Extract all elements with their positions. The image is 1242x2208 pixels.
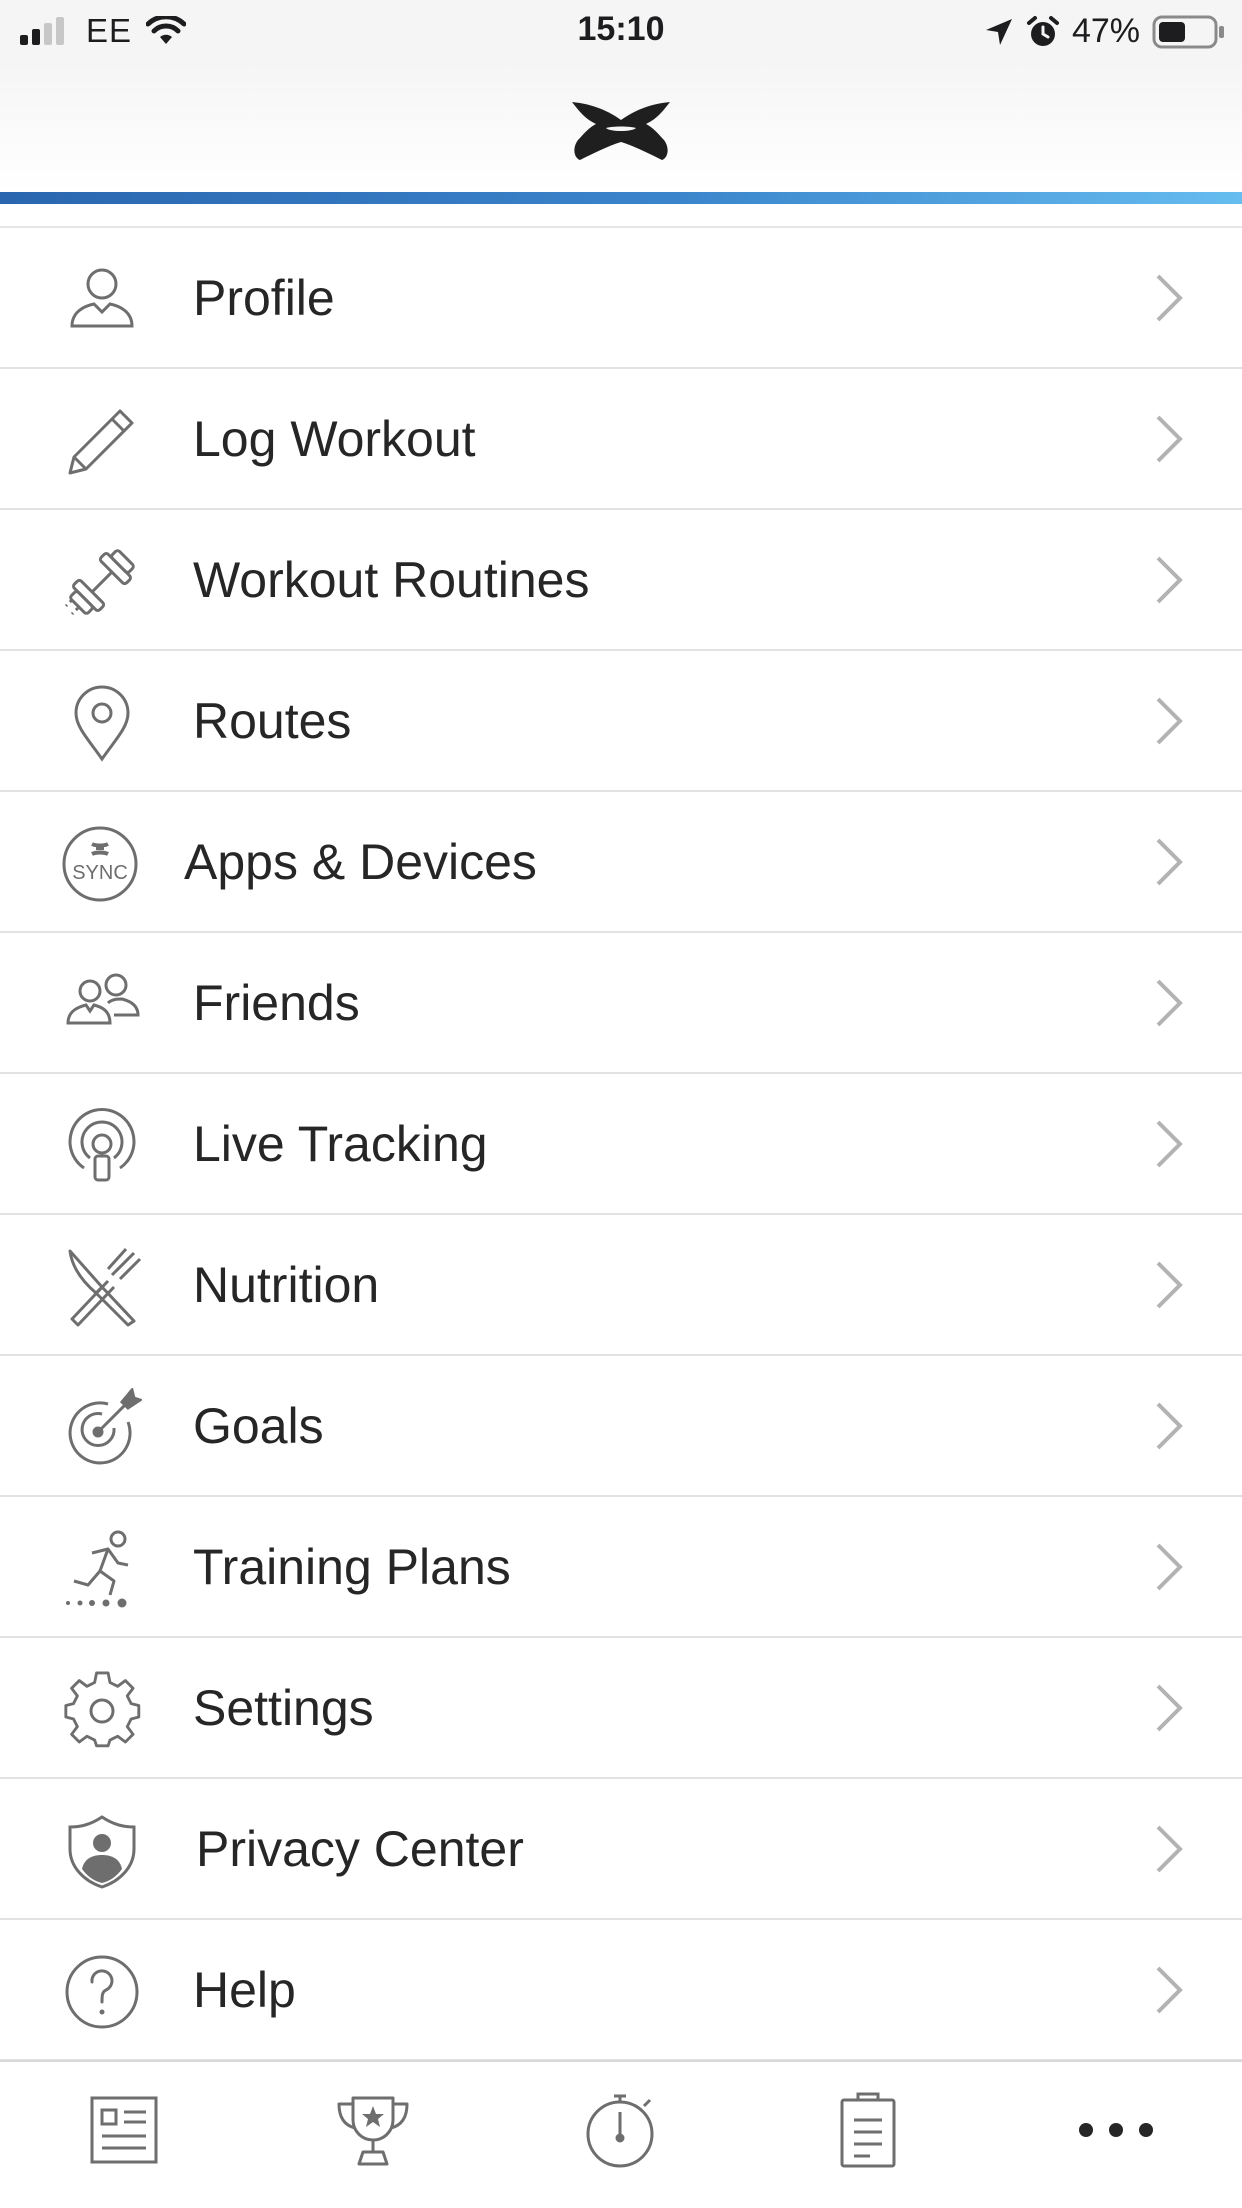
knife-fork-icon [62, 1247, 142, 1327]
menu-item-privacy-center[interactable]: Privacy Center [0, 1779, 1242, 1920]
menu-item-label: Nutrition [193, 1257, 380, 1313]
more-icon [1079, 2123, 1153, 2137]
tab-feed[interactable] [84, 2090, 164, 2170]
status-right: 47% [984, 12, 1226, 51]
menu-item-nutrition[interactable]: Nutrition [0, 1215, 1242, 1356]
gear-icon [62, 1670, 142, 1750]
chevron-right-icon [1156, 1261, 1183, 1309]
menu-item-help[interactable]: Help [0, 1920, 1242, 2061]
menu-item-label: Workout Routines [193, 552, 590, 608]
trophy-icon [337, 2096, 409, 2166]
svg-text:SYNC: SYNC [72, 862, 128, 884]
menu-item-friends[interactable]: Friends [0, 933, 1242, 1074]
chevron-right-icon [1156, 1684, 1183, 1732]
bottom-tab-bar [0, 2060, 1242, 2208]
app-header [0, 62, 1242, 192]
menu-item-label: Log Workout [193, 411, 476, 467]
question-icon [62, 1952, 142, 2032]
live-tracking-icon [62, 1106, 142, 1186]
feed-icon [90, 2096, 158, 2164]
under-armour-logo [572, 102, 670, 160]
clipboard-icon [840, 2092, 896, 2168]
menu-item-goals[interactable]: Goals [0, 1356, 1242, 1497]
battery-percent: 47% [1071, 12, 1140, 50]
menu-item-label: Live Tracking [193, 1116, 488, 1172]
chevron-right-icon [1156, 274, 1183, 322]
menu-item-routes[interactable]: Routes [0, 651, 1242, 792]
menu-item-label: Routes [193, 693, 352, 749]
menu-item-label: Goals [193, 1398, 324, 1454]
menu-item-profile[interactable]: Profile [0, 228, 1242, 369]
chevron-right-icon [1156, 1825, 1183, 1873]
alarm-icon [1026, 15, 1059, 46]
header-accent-bar [0, 192, 1242, 204]
sync-icon: SYNC [62, 824, 142, 904]
pencil-icon [62, 401, 142, 481]
profile-icon [62, 260, 142, 340]
menu-item-log-workout[interactable]: Log Workout [0, 369, 1242, 510]
more-menu-list: Profile Log Workout Workout Routines Rou… [0, 226, 1242, 2061]
shield-user-icon [62, 1811, 142, 1891]
menu-item-label: Help [193, 1962, 296, 2018]
menu-item-settings[interactable]: Settings [0, 1638, 1242, 1779]
menu-item-label: Settings [193, 1680, 374, 1736]
menu-item-live-tracking[interactable]: Live Tracking [0, 1074, 1242, 1215]
menu-item-label: Friends [193, 975, 360, 1031]
dumbbell-icon [62, 542, 142, 622]
tab-challenges[interactable] [333, 2090, 413, 2170]
menu-item-apps-devices[interactable]: SYNC Apps & Devices [0, 792, 1242, 933]
target-icon [62, 1386, 144, 1468]
chevron-right-icon [1156, 838, 1183, 886]
tab-more[interactable] [1076, 2090, 1156, 2170]
runner-icon [62, 1529, 142, 1609]
menu-item-training-plans[interactable]: Training Plans [0, 1497, 1242, 1638]
map-pin-icon [62, 683, 142, 763]
location-arrow-icon [985, 18, 1012, 45]
chevron-right-icon [1156, 979, 1183, 1027]
chevron-right-icon [1156, 697, 1183, 745]
status-bar: EE 15:10 47% [0, 0, 1242, 62]
menu-item-label: Training Plans [193, 1539, 511, 1595]
chevron-right-icon [1156, 1402, 1183, 1450]
menu-item-label: Profile [193, 270, 335, 326]
battery-icon [1152, 15, 1224, 48]
tab-record[interactable] [580, 2090, 660, 2170]
menu-item-label: Privacy Center [196, 1821, 524, 1877]
chevron-right-icon [1156, 1966, 1183, 2014]
menu-item-workout-routines[interactable]: Workout Routines [0, 510, 1242, 651]
tab-training-log[interactable] [828, 2090, 908, 2170]
stopwatch-icon [586, 2094, 654, 2168]
chevron-right-icon [1156, 556, 1183, 604]
chevron-right-icon [1156, 1120, 1183, 1168]
friends-icon [62, 965, 142, 1045]
menu-item-label: Apps & Devices [184, 834, 537, 890]
chevron-right-icon [1156, 1543, 1183, 1591]
chevron-right-icon [1156, 415, 1183, 463]
